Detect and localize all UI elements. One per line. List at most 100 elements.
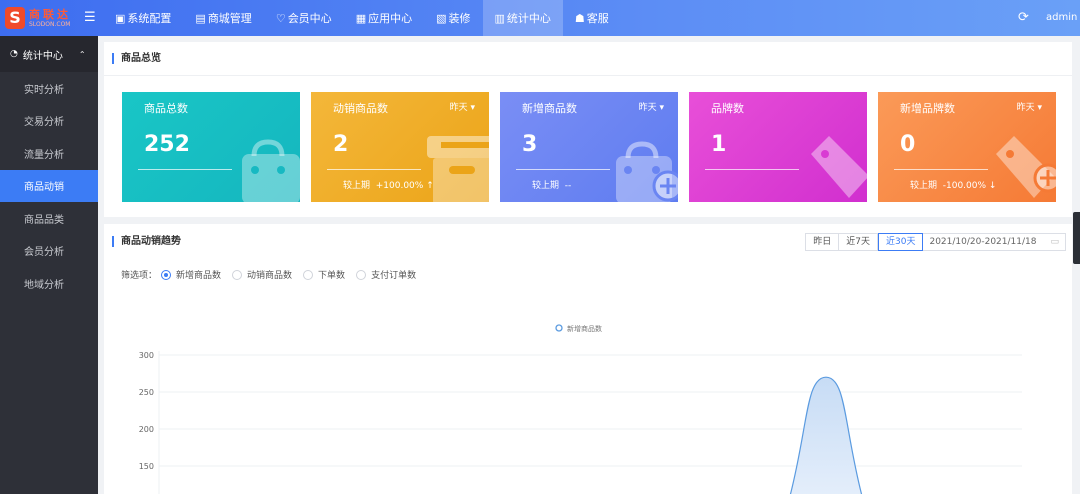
nav-item-stats[interactable]: ▥ 统计中心 bbox=[482, 0, 563, 36]
filter-option-label: 新增商品数 bbox=[176, 271, 222, 281]
nav-item-service[interactable]: ☗ 客服 bbox=[563, 0, 621, 36]
member-icon: ♡ bbox=[275, 11, 286, 25]
nav-item-shop[interactable]: ▤ 商城管理 bbox=[183, 0, 263, 36]
stat-value: 3 bbox=[522, 132, 538, 157]
side-scroll-tab[interactable] bbox=[1073, 212, 1080, 264]
filter-active-goods-radio[interactable]: 动销商品数 bbox=[232, 268, 292, 281]
compare-value: +100.00% bbox=[375, 181, 424, 191]
stat-compare: 较上期 -- bbox=[532, 178, 571, 191]
sidebar-item-trade[interactable]: 交易分析 bbox=[0, 105, 98, 138]
brand-name: 商联达 bbox=[29, 7, 71, 21]
compare-value: -- bbox=[564, 181, 572, 191]
bag-icon bbox=[242, 139, 300, 202]
caret-down-icon: ▾ bbox=[470, 103, 475, 113]
apps-icon: ▦ bbox=[355, 11, 367, 25]
tag-icon bbox=[811, 136, 867, 198]
sidebar-item-member[interactable]: 会员分析 bbox=[0, 235, 98, 268]
calendar-icon[interactable]: ▭ bbox=[1042, 234, 1065, 250]
nav-label: 统计中心 bbox=[506, 12, 551, 25]
radio-dot bbox=[161, 269, 172, 280]
stat-value: 0 bbox=[900, 132, 916, 157]
y-axis: 150 200 250 300 bbox=[139, 351, 154, 471]
stat-compare: 较上期 +100.00% ↑ bbox=[343, 178, 434, 191]
sidebar-item-category[interactable]: 商品品类 bbox=[0, 202, 98, 235]
filter-group: 筛选项： 新增商品数 动销商品数 下单数 支付订单数 bbox=[121, 268, 427, 281]
chart-grid bbox=[158, 351, 1022, 494]
menu-toggle-icon[interactable]: ☰ bbox=[84, 11, 96, 24]
stats-icon: ◔ bbox=[10, 49, 18, 59]
period-label: 昨天 bbox=[638, 103, 657, 113]
filter-new-goods-radio[interactable]: 新增商品数 bbox=[161, 268, 221, 281]
filter-paid-orders-radio[interactable]: 支付订单数 bbox=[356, 268, 416, 281]
range-30d-button[interactable]: 近30天 bbox=[878, 233, 924, 251]
overview-title: 商品总览 bbox=[112, 53, 161, 64]
sidebar-item-region[interactable]: 地域分析 bbox=[0, 267, 98, 300]
chart-legend[interactable]: 新增商品数 bbox=[555, 324, 602, 333]
filter-option-label: 下单数 bbox=[318, 271, 346, 281]
period-dropdown[interactable]: 昨天 ▾ bbox=[639, 100, 664, 113]
radio-dot bbox=[232, 269, 243, 280]
stat-card-total-goods: 商品总数 252 bbox=[122, 92, 300, 202]
trend-chart: 新增商品数 150 200 250 300 bbox=[139, 324, 1022, 494]
refresh-icon[interactable]: ⟳ bbox=[1018, 11, 1029, 24]
user-name[interactable]: admin bbox=[1046, 12, 1077, 23]
range-yesterday-button[interactable]: 昨日 bbox=[806, 234, 840, 250]
compare-label: 较上期 bbox=[343, 181, 371, 191]
stats-icon: ▥ bbox=[494, 11, 505, 25]
stat-value: 252 bbox=[144, 132, 190, 157]
divider bbox=[705, 169, 799, 170]
bag-plus-icon bbox=[616, 141, 678, 202]
stat-value: 2 bbox=[333, 132, 349, 157]
stat-name: 新增品牌数 bbox=[900, 102, 955, 115]
chevron-up-icon: ⌃ bbox=[78, 49, 86, 59]
compare-value: -100.00% bbox=[942, 181, 987, 191]
period-label: 昨天 bbox=[449, 103, 468, 113]
nav-label: 商城管理 bbox=[207, 12, 252, 25]
sidebar: ◔ 统计中心 ⌃ 实时分析 交易分析 流量分析 商品动销 商品品类 会员分析 地… bbox=[0, 36, 98, 494]
radio-dot bbox=[356, 269, 367, 280]
nav-label: 系统配置 bbox=[127, 12, 172, 25]
compare-label: 较上期 bbox=[532, 181, 560, 191]
tag-plus-icon bbox=[996, 136, 1056, 198]
trend-title: 商品动销趋势 bbox=[112, 236, 181, 247]
sidebar-title: 统计中心 bbox=[22, 50, 63, 62]
overview-panel: 商品总览 商品总数 252 动销商品数 昨天 ▾ 2 较上期 +100.00% … bbox=[104, 42, 1072, 217]
caret-down-icon: ▾ bbox=[1037, 103, 1042, 113]
brand-domain: SLODON.COM bbox=[29, 20, 71, 28]
top-nav: ▣ 系统配置 ▤ 商城管理 ♡ 会员中心 ▦ 应用中心 ▧ 装修 ▥ 统计中心 ☗ 客服 bbox=[103, 0, 621, 36]
sidebar-item-goods-sales[interactable]: 商品动销 bbox=[0, 169, 98, 202]
nav-label: 客服 bbox=[586, 12, 609, 25]
trend-panel: 商品动销趋势 昨日 近7天 近30天 2021/10/20-2021/11/18… bbox=[104, 224, 1072, 494]
period-dropdown[interactable]: 昨天 ▾ bbox=[450, 100, 475, 113]
y-tick-label: 150 bbox=[139, 462, 154, 471]
sidebar-header[interactable]: ◔ 统计中心 ⌃ bbox=[0, 36, 98, 72]
divider bbox=[138, 169, 232, 170]
nav-label: 会员中心 bbox=[287, 12, 332, 25]
range-7d-button[interactable]: 近7天 bbox=[839, 234, 879, 250]
filter-label: 筛选项： bbox=[121, 271, 158, 281]
stat-compare: 较上期 -100.00% ↓ bbox=[910, 178, 996, 191]
compare-label: 较上期 bbox=[910, 181, 938, 191]
settings-icon: ▣ bbox=[115, 11, 126, 25]
stat-name: 动销商品数 bbox=[333, 102, 388, 115]
stat-card-active-goods: 动销商品数 昨天 ▾ 2 较上期 +100.00% ↑ bbox=[311, 92, 489, 202]
sidebar-item-traffic[interactable]: 流量分析 bbox=[0, 137, 98, 170]
divider bbox=[516, 169, 610, 170]
nav-item-system[interactable]: ▣ 系统配置 bbox=[103, 0, 183, 36]
caret-down-icon: ▾ bbox=[659, 103, 664, 113]
period-label: 昨天 bbox=[1016, 103, 1035, 113]
date-range-input[interactable]: 2021/10/20-2021/11/18 bbox=[923, 234, 1042, 250]
top-bar: S 商联达 SLODON.COM ☰ ▣ 系统配置 ▤ 商城管理 ♡ 会员中心 ▦ 应用… bbox=[0, 0, 1080, 36]
divider bbox=[894, 169, 988, 170]
y-tick-label: 250 bbox=[139, 388, 154, 397]
service-icon: ☗ bbox=[574, 11, 585, 25]
nav-item-member[interactable]: ♡ 会员中心 bbox=[264, 0, 344, 36]
nav-item-decorate[interactable]: ▧ 装修 bbox=[424, 0, 482, 36]
decorate-icon: ▧ bbox=[436, 11, 447, 25]
stat-name: 新增商品数 bbox=[522, 102, 577, 115]
period-dropdown[interactable]: 昨天 ▾ bbox=[1017, 100, 1042, 113]
nav-item-apps[interactable]: ▦ 应用中心 bbox=[344, 0, 424, 36]
filter-orders-radio[interactable]: 下单数 bbox=[303, 268, 345, 281]
sidebar-item-realtime[interactable]: 实时分析 bbox=[0, 72, 98, 105]
logo-mark: S bbox=[5, 7, 25, 29]
